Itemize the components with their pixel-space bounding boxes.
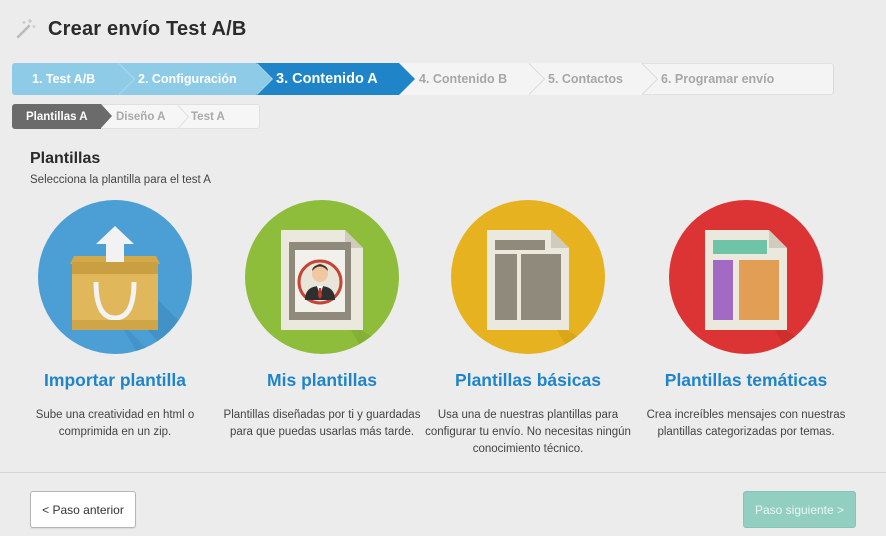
footer-divider: [0, 472, 886, 473]
card-description: Usa una de nuestras plantillas para conf…: [425, 409, 631, 455]
substep-label: Plantillas A: [26, 110, 88, 123]
themed-template-icon[interactable]: [669, 200, 823, 354]
substep-plantillas-a[interactable]: Plantillas A: [12, 104, 112, 129]
section-subtitle: Selecciona la plantilla para el test A: [30, 174, 211, 186]
card-plantillas-tematicas[interactable]: Plantillas temáticas Crea increíbles men…: [641, 200, 851, 441]
step-label: 5. Contactos: [548, 72, 624, 86]
content-substeps: Plantillas A Diseño A Test A: [12, 104, 260, 129]
step-label: 6. Programar envío: [661, 72, 775, 86]
card-title[interactable]: Plantillas temáticas: [641, 370, 851, 391]
step-label: 1. Test A/B: [32, 72, 96, 86]
step-configuracion[interactable]: 2. Configuración: [118, 63, 273, 95]
card-mis-plantillas[interactable]: Mis plantillas Plantillas diseñadas por …: [217, 200, 427, 441]
page-header: Crear envío Test A/B: [14, 14, 247, 44]
substep-label: Test A: [191, 110, 225, 123]
card-title[interactable]: Mis plantillas: [217, 370, 427, 391]
step-label: 4. Contenido B: [419, 72, 508, 86]
section-title: Plantillas: [30, 150, 101, 167]
card-description: Sube una creatividad en html o comprimid…: [35, 409, 195, 438]
wizard-steps: 1. Test A/B 2. Configuración 3. Contenid…: [12, 63, 834, 95]
substep-label: Diseño A: [116, 110, 166, 123]
card-title[interactable]: Plantillas básicas: [423, 370, 633, 391]
card-description: Plantillas diseñadas por ti y guardadas …: [223, 409, 421, 438]
step-label: 3. Contenido A: [276, 71, 378, 87]
page-title: Crear envío Test A/B: [48, 17, 247, 40]
import-box-icon[interactable]: [38, 200, 192, 354]
step-contenido-b[interactable]: 4. Contenido B: [399, 63, 545, 95]
step-programar-envio[interactable]: 6. Programar envío: [641, 63, 834, 95]
card-plantillas-basicas[interactable]: Plantillas básicas Usa una de nuestras p…: [423, 200, 633, 458]
step-label: 2. Configuración: [138, 72, 237, 86]
magic-wand-icon: [16, 19, 36, 39]
substep-diseno-a[interactable]: Diseño A: [101, 104, 189, 129]
card-description: Crea increíbles mensajes con nuestras pl…: [646, 409, 846, 438]
card-title[interactable]: Importar plantilla: [10, 370, 220, 391]
user-template-icon[interactable]: [245, 200, 399, 354]
step-test-ab[interactable]: 1. Test A/B: [12, 63, 135, 95]
card-importar-plantilla[interactable]: Importar plantilla Sube una creatividad …: [10, 200, 220, 441]
next-step-button[interactable]: Paso siguiente >: [743, 491, 856, 528]
substep-test-a[interactable]: Test A: [177, 104, 260, 129]
previous-step-button[interactable]: < Paso anterior: [30, 491, 136, 528]
step-contenido-a[interactable]: 3. Contenido A: [256, 63, 415, 95]
basic-template-icon[interactable]: [451, 200, 605, 354]
